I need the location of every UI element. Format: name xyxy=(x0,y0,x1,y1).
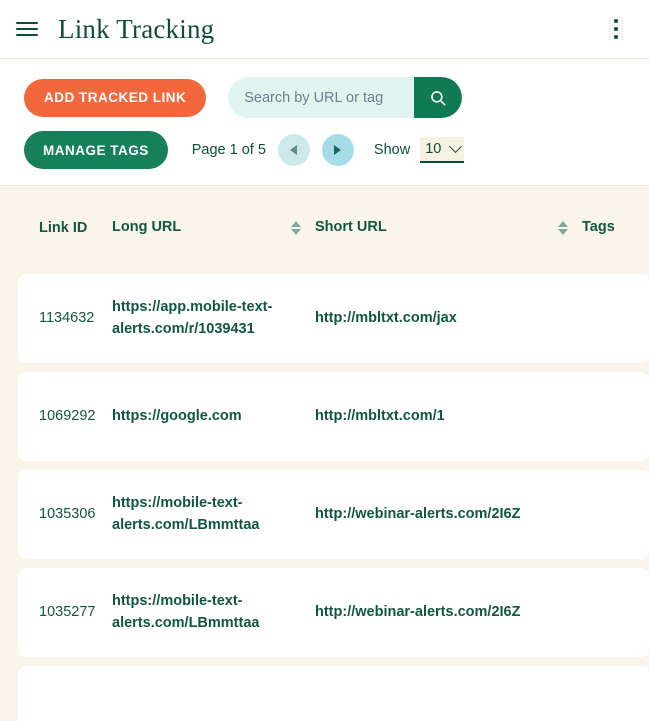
hamburger-bar xyxy=(16,34,38,36)
sort-ascending-icon xyxy=(291,221,301,227)
chevron-down-icon xyxy=(449,139,463,153)
kebab-dot xyxy=(614,35,618,39)
hamburger-icon[interactable] xyxy=(16,16,42,42)
search-icon xyxy=(431,90,446,106)
cell-link-id: 1134632 xyxy=(39,309,95,326)
column-header-short-url-label: Short URL xyxy=(315,219,387,235)
toolbar: ADD TRACKED LINK MANAGE TAGS Page 1 of 5 xyxy=(0,59,649,186)
kebab-dot xyxy=(614,27,618,31)
column-header-link-id: Link ID xyxy=(39,220,88,236)
hamburger-bar xyxy=(16,28,38,30)
kebab-menu-icon[interactable] xyxy=(603,16,629,42)
show-label: Show xyxy=(373,142,411,158)
cell-link-id: 1035306 xyxy=(39,505,96,522)
cell-long-url[interactable]: https://mobile-text-alerts.com/LBmmttaa xyxy=(112,493,315,535)
triangle-left-icon xyxy=(290,145,298,155)
table-row[interactable]: 1069292 https://google.com http://mbltxt… xyxy=(18,372,649,461)
link-tracking-page: Link Tracking ADD TRACKED LINK MANA xyxy=(0,0,649,721)
search-input[interactable] xyxy=(228,77,415,118)
page-size-select[interactable]: 10 xyxy=(420,137,465,163)
triangle-right-icon xyxy=(334,145,342,155)
table-row[interactable]: 1035306 https://mobile-text-alerts.com/L… xyxy=(18,470,649,559)
table-row[interactable]: 1035277 https://mobile-text-alerts.com/L… xyxy=(18,568,649,657)
sort-descending-icon xyxy=(291,229,301,235)
sort-toggle-short-url[interactable] xyxy=(558,221,568,235)
previous-page-button[interactable] xyxy=(277,134,310,166)
cell-long-url[interactable]: https://app.mobile-text-alerts.com/r/103… xyxy=(112,297,315,339)
table-header-row: Link ID Long URL Short URL Tags xyxy=(0,186,649,274)
column-header-long-url[interactable]: Long URL xyxy=(112,219,315,235)
cell-long-url[interactable]: https://mobile-text-alerts.com/LBmmttaa xyxy=(112,591,315,633)
cell-short-url[interactable]: http://mbltxt.com/jax xyxy=(315,308,582,329)
toolbar-row-primary: ADD TRACKED LINK xyxy=(0,77,649,118)
search-bar xyxy=(228,77,463,118)
next-page-button[interactable] xyxy=(321,134,354,166)
kebab-dot xyxy=(614,19,618,23)
add-tracked-link-button[interactable]: ADD TRACKED LINK xyxy=(24,78,207,117)
search-button[interactable] xyxy=(414,77,463,118)
cell-link-id: 1035277 xyxy=(39,603,96,620)
page-size-value: 10 xyxy=(425,141,442,157)
cell-short-url[interactable]: http://webinar-alerts.com/2I6Z xyxy=(315,602,582,623)
cell-long-url[interactable]: https://google.com xyxy=(112,406,315,427)
column-header-long-url-label: Long URL xyxy=(112,219,182,235)
hamburger-bar xyxy=(16,22,38,24)
cell-short-url[interactable]: http://webinar-alerts.com/2I6Z xyxy=(315,504,582,525)
page-indicator: Page 1 of 5 xyxy=(191,142,266,158)
table-row[interactable] xyxy=(18,666,649,721)
table-row[interactable]: 1134632 https://app.mobile-text-alerts.c… xyxy=(18,274,649,363)
manage-tags-button[interactable]: MANAGE TAGS xyxy=(24,131,168,169)
cell-short-url[interactable]: http://mbltxt.com/1 xyxy=(315,406,582,427)
sort-descending-icon xyxy=(558,229,568,235)
column-header-short-url[interactable]: Short URL xyxy=(315,219,582,235)
sort-ascending-icon xyxy=(558,221,568,227)
links-table: Link ID Long URL Short URL Tags 1134632 … xyxy=(0,186,649,721)
sort-toggle-long-url[interactable] xyxy=(291,221,301,235)
column-header-tags: Tags xyxy=(582,219,615,235)
toolbar-row-pagination: MANAGE TAGS Page 1 of 5 Show 10 xyxy=(0,131,649,169)
cell-link-id: 1069292 xyxy=(39,407,96,424)
page-title: Link Tracking xyxy=(58,13,215,44)
app-header: Link Tracking xyxy=(0,0,649,59)
